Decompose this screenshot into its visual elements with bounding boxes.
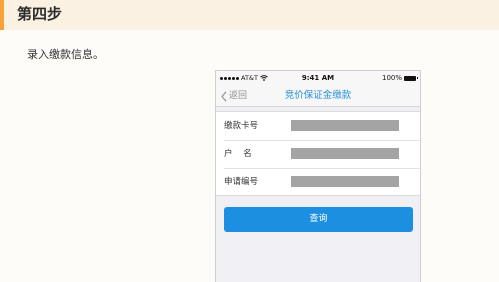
step-title: 第四步 (17, 5, 63, 23)
status-bar: AT&T 9:41 AM 100% (216, 71, 420, 85)
card-number-label: 缴款卡号 (224, 121, 259, 131)
nav-bar: 返回 竞价保证金缴款 (216, 85, 420, 107)
battery-percent: 100% (381, 74, 402, 82)
card-number-input[interactable] (291, 120, 399, 131)
form-row-application-number: 申请编号 (216, 168, 420, 196)
account-name-input[interactable] (291, 148, 399, 159)
query-button[interactable]: 查询 (224, 207, 413, 232)
form-card: 缴款卡号 户 名 申请编号 (216, 111, 420, 196)
application-number-label: 申请编号 (224, 177, 259, 187)
phone-screenshot: AT&T 9:41 AM 100% 返回 竞价保证金缴款 缴款卡号 户 名 申请… (215, 70, 421, 282)
form-row-account-name: 户 名 (216, 140, 420, 168)
status-right: 100% (381, 71, 418, 85)
form-row-card-number: 缴款卡号 (216, 112, 420, 140)
battery-icon (404, 75, 418, 81)
step-header: 第四步 (0, 0, 499, 30)
nav-title: 竞价保证金缴款 (284, 90, 352, 101)
account-name-label: 户 名 (224, 149, 252, 159)
application-number-input[interactable] (291, 176, 399, 187)
instruction-text: 录入缴款信息。 (27, 48, 104, 61)
